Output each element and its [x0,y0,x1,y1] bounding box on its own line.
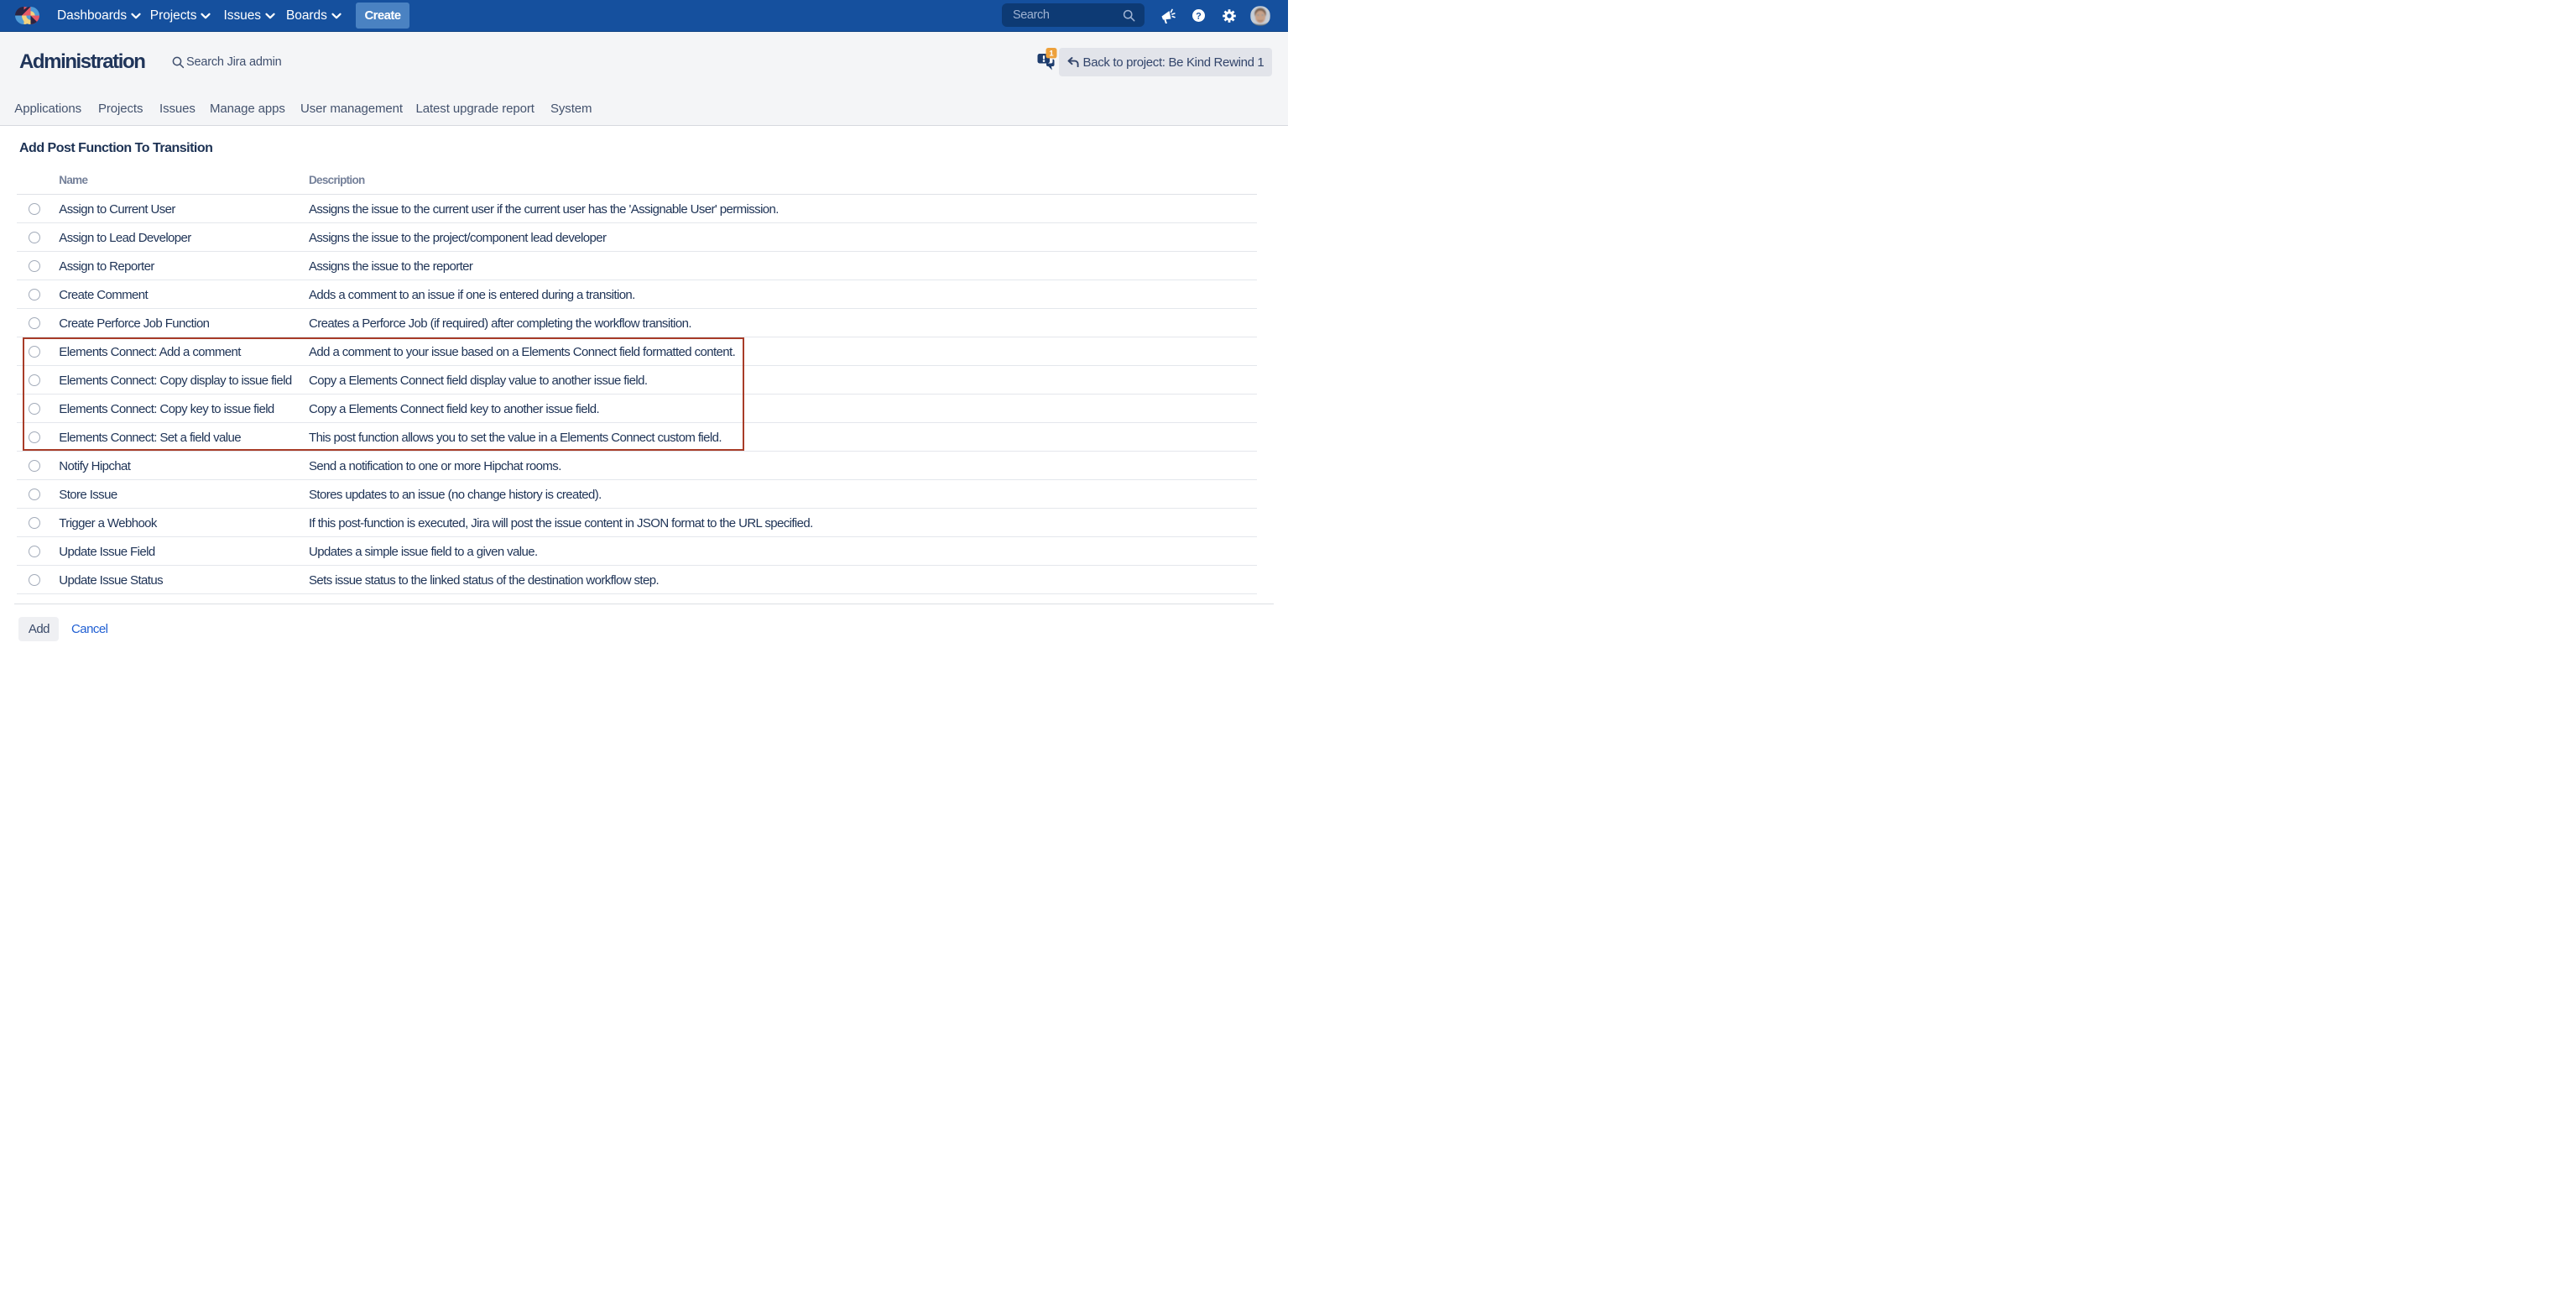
svg-text:1: 1 [1049,50,1054,59]
svg-text:?: ? [1196,11,1202,21]
